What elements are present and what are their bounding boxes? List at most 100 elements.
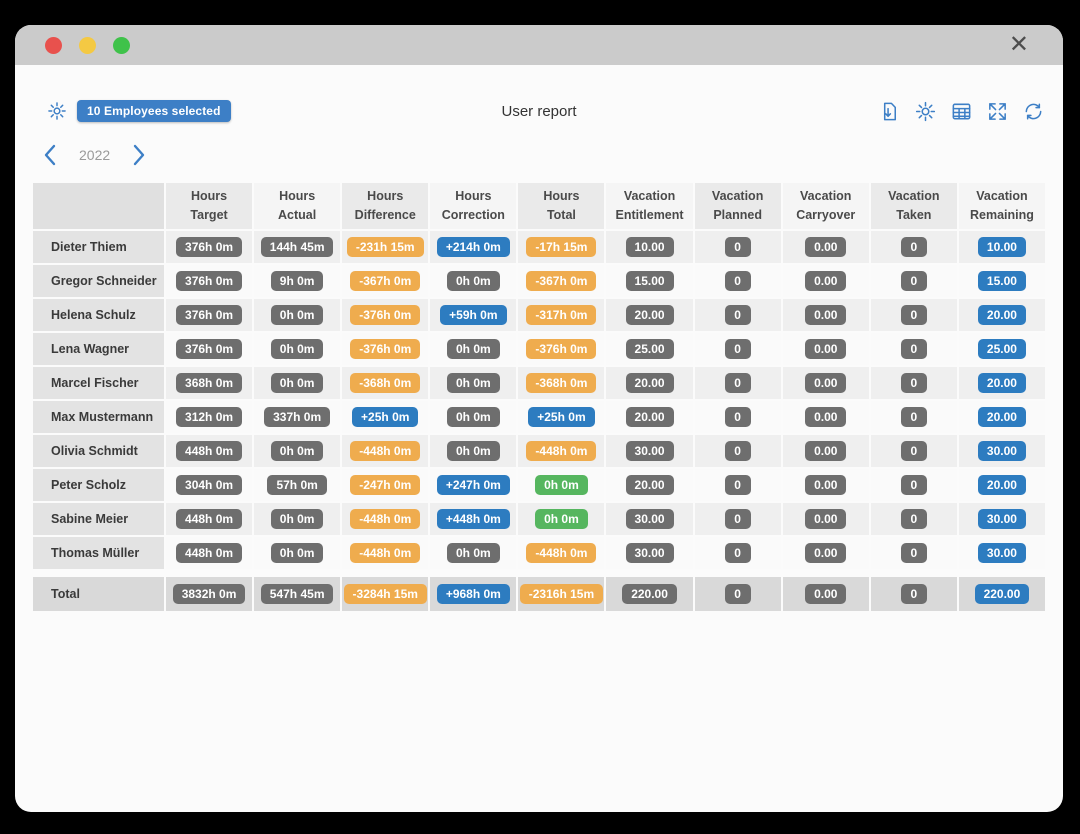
table-cell: 15.00 bbox=[959, 265, 1045, 297]
value-badge: -2316h 15m bbox=[520, 584, 603, 604]
value-badge: 0.00 bbox=[805, 475, 846, 495]
value-badge: 0h 0m bbox=[447, 271, 500, 291]
value-badge: 3832h 0m bbox=[173, 584, 246, 604]
total-value-cell: +968h 0m bbox=[430, 577, 516, 611]
value-badge: 144h 45m bbox=[261, 237, 334, 257]
toolbar: User report 10 Employees selected bbox=[33, 97, 1045, 125]
minimize-traffic-icon[interactable] bbox=[79, 37, 96, 54]
table-cell: 25.00 bbox=[959, 333, 1045, 365]
value-badge: -448h 0m bbox=[350, 543, 420, 563]
value-badge: 0 bbox=[725, 305, 751, 325]
table-icon[interactable] bbox=[949, 99, 973, 123]
table-cell: 376h 0m bbox=[166, 231, 252, 263]
value-badge: 0.00 bbox=[805, 339, 846, 359]
report-action-icons bbox=[877, 99, 1045, 123]
table-cell: 0 bbox=[695, 401, 781, 433]
value-badge: 0.00 bbox=[805, 271, 846, 291]
table-cell: 30.00 bbox=[606, 537, 692, 569]
value-badge: 30.00 bbox=[978, 441, 1026, 461]
settings-gear-icon[interactable] bbox=[913, 99, 937, 123]
maximize-traffic-icon[interactable] bbox=[113, 37, 130, 54]
table-cell: 0 bbox=[871, 299, 957, 331]
value-badge: 0 bbox=[725, 271, 751, 291]
column-header-planned: VacationPlanned bbox=[695, 183, 781, 229]
table-cell: 0h 0m bbox=[430, 367, 516, 399]
table-cell: 10.00 bbox=[606, 231, 692, 263]
value-badge: -448h 0m bbox=[526, 441, 596, 461]
table-cell: 9h 0m bbox=[254, 265, 340, 297]
table-cell: 0h 0m bbox=[430, 401, 516, 433]
refresh-icon[interactable] bbox=[1021, 99, 1045, 123]
table-cell: 376h 0m bbox=[166, 265, 252, 297]
row-name-cell: Olivia Schmidt bbox=[33, 435, 164, 467]
column-header-entitlement: VacationEntitlement bbox=[606, 183, 692, 229]
fullscreen-icon[interactable] bbox=[985, 99, 1009, 123]
table-cell: +448h 0m bbox=[430, 503, 516, 535]
report-content: User report 10 Employees selected bbox=[15, 97, 1063, 611]
table-cell: -448h 0m bbox=[342, 537, 428, 569]
value-badge: 15.00 bbox=[978, 271, 1026, 291]
value-badge: -376h 0m bbox=[526, 339, 596, 359]
close-traffic-icon[interactable] bbox=[45, 37, 62, 54]
column-header-carryover: VacationCarryover bbox=[783, 183, 869, 229]
value-badge: -317h 0m bbox=[526, 305, 596, 325]
table-cell: 0.00 bbox=[783, 265, 869, 297]
total-value-cell: -2316h 15m bbox=[518, 577, 604, 611]
row-name-cell: Lena Wagner bbox=[33, 333, 164, 365]
value-badge: 0h 0m bbox=[447, 441, 500, 461]
table-cell: -367h 0m bbox=[342, 265, 428, 297]
value-badge: 337h 0m bbox=[264, 407, 330, 427]
previous-year-chevron-icon[interactable] bbox=[39, 142, 61, 168]
value-badge: -376h 0m bbox=[350, 305, 420, 325]
table-cell: 20.00 bbox=[959, 469, 1045, 501]
table-cell: 30.00 bbox=[959, 435, 1045, 467]
table-cell: -367h 0m bbox=[518, 265, 604, 297]
table-cell: 0 bbox=[695, 333, 781, 365]
close-icon[interactable]: ✕ bbox=[1005, 33, 1033, 57]
table-cell: 0h 0m bbox=[430, 435, 516, 467]
table-cell: 376h 0m bbox=[166, 333, 252, 365]
column-header-taken: VacationTaken bbox=[871, 183, 957, 229]
user-report-table: HoursTargetHoursActualHoursDifferenceHou… bbox=[33, 183, 1045, 569]
value-badge: -3284h 15m bbox=[344, 584, 427, 604]
table-cell: 0 bbox=[695, 265, 781, 297]
table-cell: 0h 0m bbox=[518, 503, 604, 535]
table-cell: 0 bbox=[871, 401, 957, 433]
row-name-cell: Sabine Meier bbox=[33, 503, 164, 535]
table-cell: 30.00 bbox=[606, 503, 692, 535]
value-badge: 57h 0m bbox=[267, 475, 326, 495]
value-badge: 368h 0m bbox=[176, 373, 242, 393]
value-badge: 0h 0m bbox=[271, 339, 324, 359]
table-cell: 0 bbox=[871, 435, 957, 467]
value-badge: 220.00 bbox=[622, 584, 677, 604]
value-badge: 0h 0m bbox=[271, 305, 324, 325]
table-cell: 0 bbox=[871, 537, 957, 569]
table-cell: 20.00 bbox=[959, 367, 1045, 399]
export-document-icon[interactable] bbox=[877, 99, 901, 123]
value-badge: 0 bbox=[901, 237, 927, 257]
next-year-chevron-icon[interactable] bbox=[128, 142, 150, 168]
value-badge: 20.00 bbox=[978, 305, 1026, 325]
value-badge: 0 bbox=[901, 339, 927, 359]
value-badge: -368h 0m bbox=[350, 373, 420, 393]
value-badge: 0h 0m bbox=[271, 373, 324, 393]
value-badge: 0 bbox=[901, 584, 927, 604]
table-cell: 304h 0m bbox=[166, 469, 252, 501]
value-badge: 0.00 bbox=[805, 407, 846, 427]
value-badge: 0h 0m bbox=[535, 509, 588, 529]
value-badge: 0 bbox=[725, 373, 751, 393]
value-badge: 20.00 bbox=[978, 475, 1026, 495]
table-cell: 20.00 bbox=[959, 299, 1045, 331]
value-badge: 10.00 bbox=[626, 237, 674, 257]
value-badge: 376h 0m bbox=[176, 271, 242, 291]
row-name-cell: Max Mustermann bbox=[33, 401, 164, 433]
table-cell: 0 bbox=[695, 231, 781, 263]
value-badge: 220.00 bbox=[975, 584, 1030, 604]
column-header-target: HoursTarget bbox=[166, 183, 252, 229]
table-cell: -247h 0m bbox=[342, 469, 428, 501]
table-cell: -368h 0m bbox=[518, 367, 604, 399]
table-cell: 0.00 bbox=[783, 503, 869, 535]
value-badge: -368h 0m bbox=[526, 373, 596, 393]
column-header-correction: HoursCorrection bbox=[430, 183, 516, 229]
value-badge: 30.00 bbox=[626, 441, 674, 461]
